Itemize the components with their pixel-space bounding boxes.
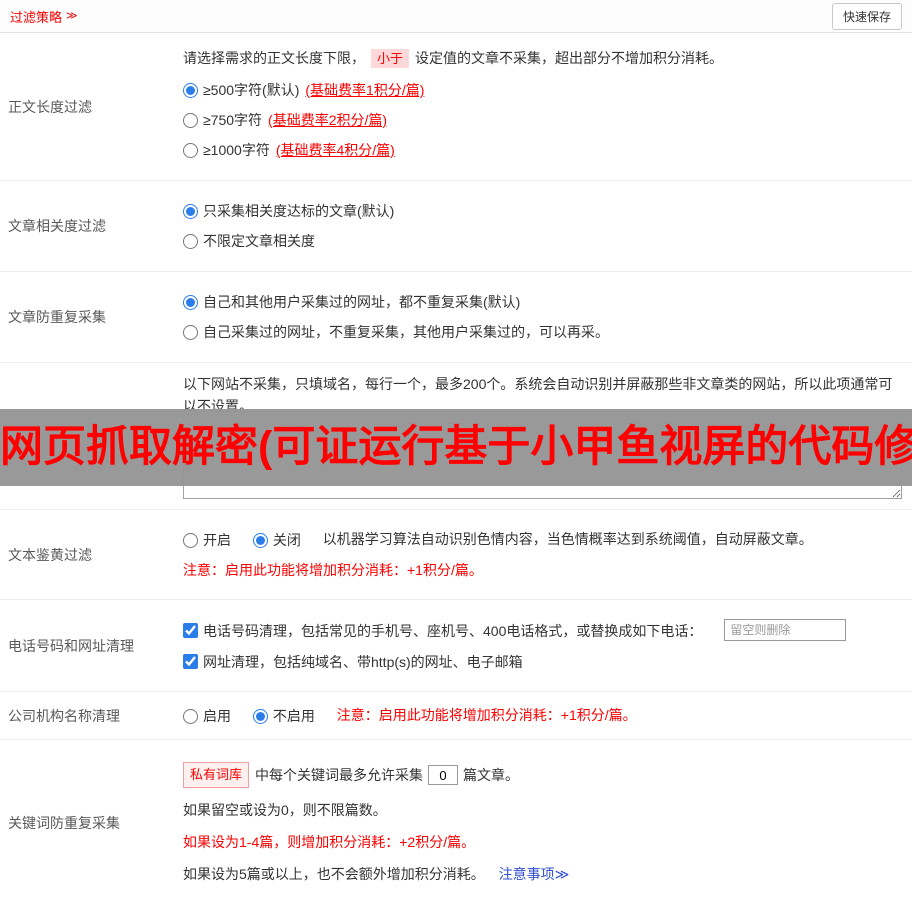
dedup-filter-label: 文章防重复采集 bbox=[8, 309, 106, 325]
page-title[interactable]: 过滤策略 ≫ bbox=[10, 7, 78, 26]
relevance-filter-content: 只采集相关度达标的文章(默认) 不限定文章相关度 bbox=[175, 181, 912, 271]
length-filter-label: 正文长度过滤 bbox=[8, 98, 92, 115]
phone-url-clean-label: 电话号码和网址清理 bbox=[8, 637, 134, 654]
phone-clean-text: 电话号码清理，包括常见的手机号、座机号、400电话格式，或替换成如下电话： bbox=[203, 622, 703, 639]
less-than-badge: 小于 bbox=[371, 49, 410, 68]
relevance-option-strict[interactable]: 只采集相关度达标的文章(默认) bbox=[183, 201, 902, 221]
row-phone-url-clean: 电话号码和网址清理 电话号码清理，包括常见的手机号、座机号、400电话格式，或替… bbox=[0, 600, 912, 692]
phone-clean-option[interactable]: 电话号码清理，包括常见的手机号、座机号、400电话格式，或替换成如下电话： bbox=[183, 620, 702, 642]
length-radio-1000[interactable] bbox=[183, 142, 198, 158]
relevance-option-any[interactable]: 不限定文章相关度 bbox=[183, 231, 902, 251]
porn-filter-note: 注意：启用此功能将增加积分消耗：+1积分/篇。 bbox=[183, 562, 483, 579]
length-option-500-note: (基础费率1积分/篇) bbox=[305, 82, 425, 98]
porn-filter-options-line: 开启 关闭 以机器学习算法自动识别色情内容，当色情概率达到系统阈值，自动屏蔽文章… bbox=[183, 528, 902, 551]
topbar: 过滤策略 ≫ 快速保存 bbox=[0, 0, 912, 33]
url-clean-option[interactable]: 网址清理，包括纯域名、带http(s)的网址、电子邮箱 bbox=[183, 651, 523, 673]
keyword-rule-5plus: 如果设为5篇或以上，也不会额外增加积分消耗。 注意事项≫ bbox=[183, 864, 902, 884]
length-radio-500[interactable] bbox=[183, 82, 198, 98]
replacement-phone-input[interactable] bbox=[724, 619, 847, 642]
intro-pre-text: 请选择需求的正文长度下限， bbox=[183, 50, 365, 66]
phone-clean-checkbox[interactable] bbox=[183, 623, 198, 639]
company-clean-label: 公司机构名称清理 bbox=[8, 707, 120, 724]
keyword-rule-1-4: 如果设为1-4篇，则增加积分消耗：+2积分/篇。 bbox=[183, 834, 476, 851]
length-option-750[interactable]: ≥750字符 (基础费率2积分/篇) bbox=[183, 110, 902, 130]
relevance-radio-any[interactable] bbox=[183, 233, 198, 249]
relevance-radio-strict[interactable] bbox=[183, 203, 198, 219]
keyword-limit-end-text: 篇文章。 bbox=[463, 767, 520, 784]
porn-filter-description: 以机器学习算法自动识别色情内容，当色情概率达到系统阈值，自动屏蔽文章。 bbox=[322, 531, 813, 547]
keyword-limit-mid-text: 中每个关键词最多允许采集 bbox=[255, 767, 424, 784]
keyword-dedup-content: 私有词库 中每个关键词最多允许采集 篇文章。 如果留空或设为0，则不限篇数。 如… bbox=[175, 740, 912, 906]
row-keyword-dedup: 关键词防重复采集 私有词库 中每个关键词最多允许采集 篇文章。 如果留空或设为0… bbox=[0, 740, 912, 906]
company-option-off-text: 不启用 bbox=[272, 708, 315, 725]
dedup-option-self-only-text: 自己采集过的网址，不重复采集，其他用户采集过的，可以再采。 bbox=[203, 324, 609, 340]
phone-url-clean-content: 电话号码清理，包括常见的手机号、座机号、400电话格式，或替换成如下电话： 网址… bbox=[175, 600, 912, 691]
row-length-filter: 正文长度过滤 请选择需求的正文长度下限， 小于 设定值的文章不采集，超出部分不增加积… bbox=[0, 33, 912, 181]
length-option-500-text: ≥500字符(默认) bbox=[203, 82, 300, 98]
url-clean-line: 网址清理，包括纯域名、带http(s)的网址、电子邮箱 bbox=[183, 650, 902, 673]
porn-radio-on[interactable] bbox=[183, 532, 198, 548]
keyword-rule-5plus-text: 如果设为5篇或以上，也不会额外增加积分消耗。 bbox=[183, 866, 485, 883]
watermark-overlay: 网页抓取解密(可证运行基于小甲鱼视屏的代码修 bbox=[0, 409, 912, 486]
company-option-on-text: 启用 bbox=[203, 708, 231, 725]
company-radio-off[interactable] bbox=[252, 708, 268, 724]
watermark-text: 网页抓取解密(可证运行基于小甲鱼视屏的代码修 bbox=[0, 423, 912, 471]
porn-option-on[interactable]: 开启 bbox=[183, 529, 231, 551]
length-radio-750[interactable] bbox=[183, 112, 198, 128]
url-clean-checkbox[interactable] bbox=[183, 654, 198, 670]
dedup-option-all-users[interactable]: 自己和其他用户采集过的网址，都不重复采集(默认) bbox=[183, 292, 902, 312]
dedup-radio-self-only[interactable] bbox=[183, 324, 198, 340]
length-option-1000-note: (基础费率4积分/篇) bbox=[275, 142, 395, 158]
length-option-1000[interactable]: ≥1000字符 (基础费率4积分/篇) bbox=[183, 140, 902, 160]
porn-option-off-text: 关闭 bbox=[272, 532, 301, 549]
relevance-filter-label: 文章相关度过滤 bbox=[8, 218, 106, 234]
dedup-radio-all-users[interactable] bbox=[183, 294, 198, 310]
private-dict-badge: 私有词库 bbox=[183, 762, 250, 789]
length-option-1000-text: ≥1000字符 bbox=[203, 142, 270, 158]
relevance-option-strict-text: 只采集相关度达标的文章(默认) bbox=[203, 203, 395, 219]
row-company-clean: 公司机构名称清理 启用 不启用 注意：启用此功能将增加积分消耗：+1积分/篇。 bbox=[0, 692, 912, 741]
chevron-icon: ≫ bbox=[66, 9, 78, 22]
keyword-limit-input[interactable] bbox=[428, 765, 459, 786]
row-dedup-filter: 文章防重复采集 自己和其他用户采集过的网址，都不重复采集(默认) 自己采集过的网… bbox=[0, 272, 912, 363]
dedup-option-self-only[interactable]: 自己采集过的网址，不重复采集，其他用户采集过的，可以再采。 bbox=[183, 322, 902, 342]
company-option-on[interactable]: 启用 bbox=[183, 705, 231, 727]
company-clean-content: 启用 不启用 注意：启用此功能将增加积分消耗：+1积分/篇。 bbox=[175, 692, 912, 739]
dedup-filter-content: 自己和其他用户采集过的网址，都不重复采集(默认) 自己采集过的网址，不重复采集，… bbox=[175, 272, 912, 362]
porn-filter-content: 开启 关闭 以机器学习算法自动识别色情内容，当色情概率达到系统阈值，自动屏蔽文章… bbox=[175, 510, 912, 599]
keyword-limit-line: 私有词库 中每个关键词最多允许采集 篇文章。 bbox=[183, 762, 902, 789]
row-site-blacklist: 以下网站不采集，只填域名，每行一个，最多200个。系统会自动识别并屏蔽那些非文章… bbox=[0, 363, 912, 510]
filter-settings-page: 过滤策略 ≫ 快速保存 正文长度过滤 请选择需求的正文长度下限， 小于 设定值的文章… bbox=[0, 0, 912, 906]
keyword-dedup-label: 关键词防重复采集 bbox=[8, 815, 120, 832]
intro-post-text: 设定值的文章不采集，超出部分不增加积分消耗。 bbox=[415, 50, 724, 66]
company-option-off[interactable]: 不启用 bbox=[252, 705, 315, 727]
length-filter-intro: 请选择需求的正文长度下限， 小于 设定值的文章不采集，超出部分不增加积分消耗。 bbox=[183, 47, 902, 70]
porn-option-off[interactable]: 关闭 bbox=[252, 529, 301, 551]
length-option-750-note: (基础费率2积分/篇) bbox=[268, 112, 388, 128]
relevance-option-any-text: 不限定文章相关度 bbox=[203, 233, 315, 249]
quick-save-button[interactable]: 快速保存 bbox=[831, 2, 902, 30]
dedup-option-all-users-text: 自己和其他用户采集过的网址，都不重复采集(默认) bbox=[203, 294, 521, 310]
porn-radio-off[interactable] bbox=[252, 532, 268, 548]
length-option-500[interactable]: ≥500字符(默认) (基础费率1积分/篇) bbox=[183, 80, 902, 100]
company-clean-options-line: 启用 不启用 注意：启用此功能将增加积分消耗：+1积分/篇。 bbox=[183, 704, 902, 727]
page-title-text: 过滤策略 bbox=[10, 9, 63, 25]
url-clean-text: 网址清理，包括纯域名、带http(s)的网址、电子邮箱 bbox=[203, 653, 523, 670]
row-relevance-filter: 文章相关度过滤 只采集相关度达标的文章(默认) 不限定文章相关度 bbox=[0, 181, 912, 272]
phone-clean-line: 电话号码清理，包括常见的手机号、座机号、400电话格式，或替换成如下电话： bbox=[183, 618, 902, 642]
porn-option-on-text: 开启 bbox=[203, 532, 231, 549]
length-filter-content: 请选择需求的正文长度下限， 小于 设定值的文章不采集，超出部分不增加积分消耗。 ≥5… bbox=[175, 33, 912, 180]
company-radio-on[interactable] bbox=[183, 708, 198, 724]
row-porn-filter: 文本鉴黄过滤 开启 关闭 以机器学习算法自动识别色情内容，当色情概率达到系统阈值… bbox=[0, 510, 912, 601]
notes-link[interactable]: 注意事项≫ bbox=[499, 866, 570, 882]
keyword-rule-zero: 如果留空或设为0，则不限篇数。 bbox=[183, 802, 387, 819]
porn-filter-label: 文本鉴黄过滤 bbox=[8, 546, 92, 563]
length-option-750-text: ≥750字符 bbox=[203, 112, 263, 128]
company-clean-note: 注意：启用此功能将增加积分消耗：+1积分/篇。 bbox=[336, 706, 637, 723]
